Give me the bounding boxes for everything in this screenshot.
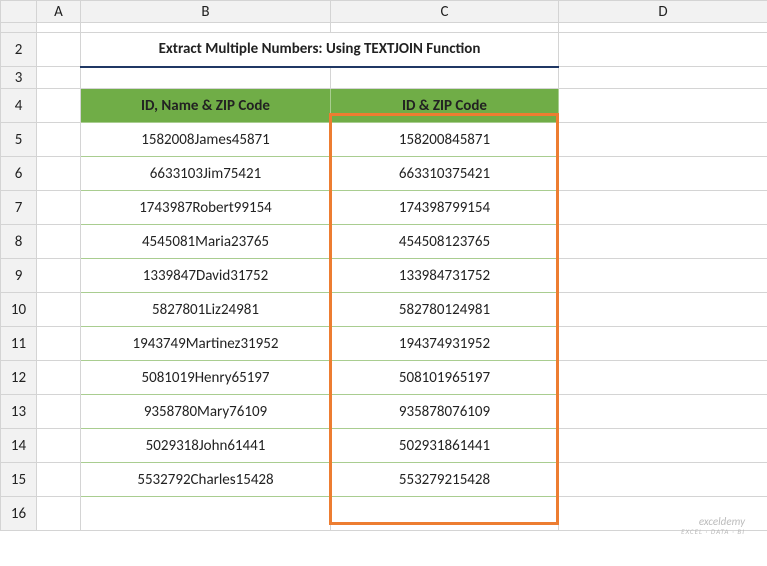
cell[interactable] xyxy=(559,225,767,259)
row-header-5[interactable]: 5 xyxy=(1,123,37,157)
cell[interactable] xyxy=(559,463,767,497)
row-header-13[interactable]: 13 xyxy=(1,395,37,429)
row-header-6[interactable]: 6 xyxy=(1,157,37,191)
cell[interactable] xyxy=(559,67,767,89)
cell-b12[interactable]: 5081019Henry65197 xyxy=(81,361,331,395)
cell[interactable] xyxy=(559,191,767,225)
cell-c13[interactable]: 935878076109 xyxy=(331,395,559,429)
row-header-4[interactable]: 4 xyxy=(1,89,37,123)
cell[interactable] xyxy=(81,23,331,33)
col-header-c[interactable]: C xyxy=(331,1,559,23)
cell-c7[interactable]: 174398799154 xyxy=(331,191,559,225)
table-header-b[interactable]: ID, Name & ZIP Code xyxy=(81,89,331,123)
cell-b8[interactable]: 4545081Maria23765 xyxy=(81,225,331,259)
cell-b13[interactable]: 9358780Mary76109 xyxy=(81,395,331,429)
row-header-3[interactable]: 3 xyxy=(1,67,37,89)
select-all-corner[interactable] xyxy=(1,1,37,23)
col-header-a[interactable]: A xyxy=(37,1,81,23)
cell-b10[interactable]: 5827801Liz24981 xyxy=(81,293,331,327)
cell[interactable] xyxy=(37,191,81,225)
col-header-d[interactable]: D xyxy=(559,1,767,23)
cell[interactable] xyxy=(559,123,767,157)
col-header-b[interactable]: B xyxy=(81,1,331,23)
cell-c15[interactable]: 553279215428 xyxy=(331,463,559,497)
cell[interactable] xyxy=(37,157,81,191)
cell[interactable] xyxy=(331,23,559,33)
cell[interactable] xyxy=(37,293,81,327)
cell[interactable] xyxy=(37,429,81,463)
cell-b14[interactable]: 5029318John61441 xyxy=(81,429,331,463)
row-header-8[interactable]: 8 xyxy=(1,225,37,259)
cell-c10[interactable]: 582780124981 xyxy=(331,293,559,327)
cell-c6[interactable]: 663310375421 xyxy=(331,157,559,191)
cell[interactable] xyxy=(37,327,81,361)
row-header-7[interactable]: 7 xyxy=(1,191,37,225)
cell[interactable] xyxy=(559,327,767,361)
row-header-12[interactable]: 12 xyxy=(1,361,37,395)
cell[interactable] xyxy=(37,395,81,429)
row-header-9[interactable]: 9 xyxy=(1,259,37,293)
cell[interactable] xyxy=(559,395,767,429)
cell-c11[interactable]: 194374931952 xyxy=(331,327,559,361)
row-header-15[interactable]: 15 xyxy=(1,463,37,497)
row-header-11[interactable]: 11 xyxy=(1,327,37,361)
cell[interactable] xyxy=(37,463,81,497)
cell[interactable] xyxy=(559,157,767,191)
cell[interactable] xyxy=(559,361,767,395)
cell[interactable] xyxy=(37,123,81,157)
cell[interactable] xyxy=(559,293,767,327)
row-header-10[interactable]: 10 xyxy=(1,293,37,327)
row-header[interactable] xyxy=(1,23,37,33)
cell[interactable] xyxy=(559,89,767,123)
cell[interactable] xyxy=(559,33,767,67)
cell-c12[interactable]: 508101965197 xyxy=(331,361,559,395)
cell[interactable] xyxy=(37,497,81,531)
row-header-2[interactable]: 2 xyxy=(1,33,37,67)
cell[interactable] xyxy=(37,89,81,123)
spreadsheet-grid[interactable]: A B C D 2 Extract Multiple Numbers: Usin… xyxy=(0,0,767,531)
cell[interactable] xyxy=(37,33,81,67)
cell-c5[interactable]: 158200845871 xyxy=(331,123,559,157)
table-header-c[interactable]: ID & ZIP Code xyxy=(331,89,559,123)
cell[interactable] xyxy=(37,361,81,395)
cell[interactable] xyxy=(37,23,81,33)
cell-b9[interactable]: 1339847David31752 xyxy=(81,259,331,293)
cell[interactable] xyxy=(331,497,559,531)
cell-b6[interactable]: 6633103Jim75421 xyxy=(81,157,331,191)
cell-c14[interactable]: 502931861441 xyxy=(331,429,559,463)
watermark-sub: EXCEL · DATA · BI xyxy=(681,528,745,536)
cell-c9[interactable]: 133984731752 xyxy=(331,259,559,293)
cell-b7[interactable]: 1743987Robert99154 xyxy=(81,191,331,225)
cell[interactable] xyxy=(559,259,767,293)
title-cell[interactable]: Extract Multiple Numbers: Using TEXTJOIN… xyxy=(81,33,559,67)
cell[interactable] xyxy=(331,67,559,89)
cell-b5[interactable]: 1582008James45871 xyxy=(81,123,331,157)
cell[interactable] xyxy=(81,67,331,89)
cell-b11[interactable]: 1943749Martinez31952 xyxy=(81,327,331,361)
cell[interactable] xyxy=(37,259,81,293)
cell[interactable] xyxy=(37,225,81,259)
cell-c8[interactable]: 454508123765 xyxy=(331,225,559,259)
cell-b15[interactable]: 5532792Charles15428 xyxy=(81,463,331,497)
cell[interactable] xyxy=(37,67,81,89)
cell[interactable] xyxy=(81,497,331,531)
row-header-16[interactable]: 16 xyxy=(1,497,37,531)
cell[interactable] xyxy=(559,23,767,33)
row-header-14[interactable]: 14 xyxy=(1,429,37,463)
cell[interactable] xyxy=(559,429,767,463)
watermark: exceldemy EXCEL · DATA · BI xyxy=(681,516,745,536)
